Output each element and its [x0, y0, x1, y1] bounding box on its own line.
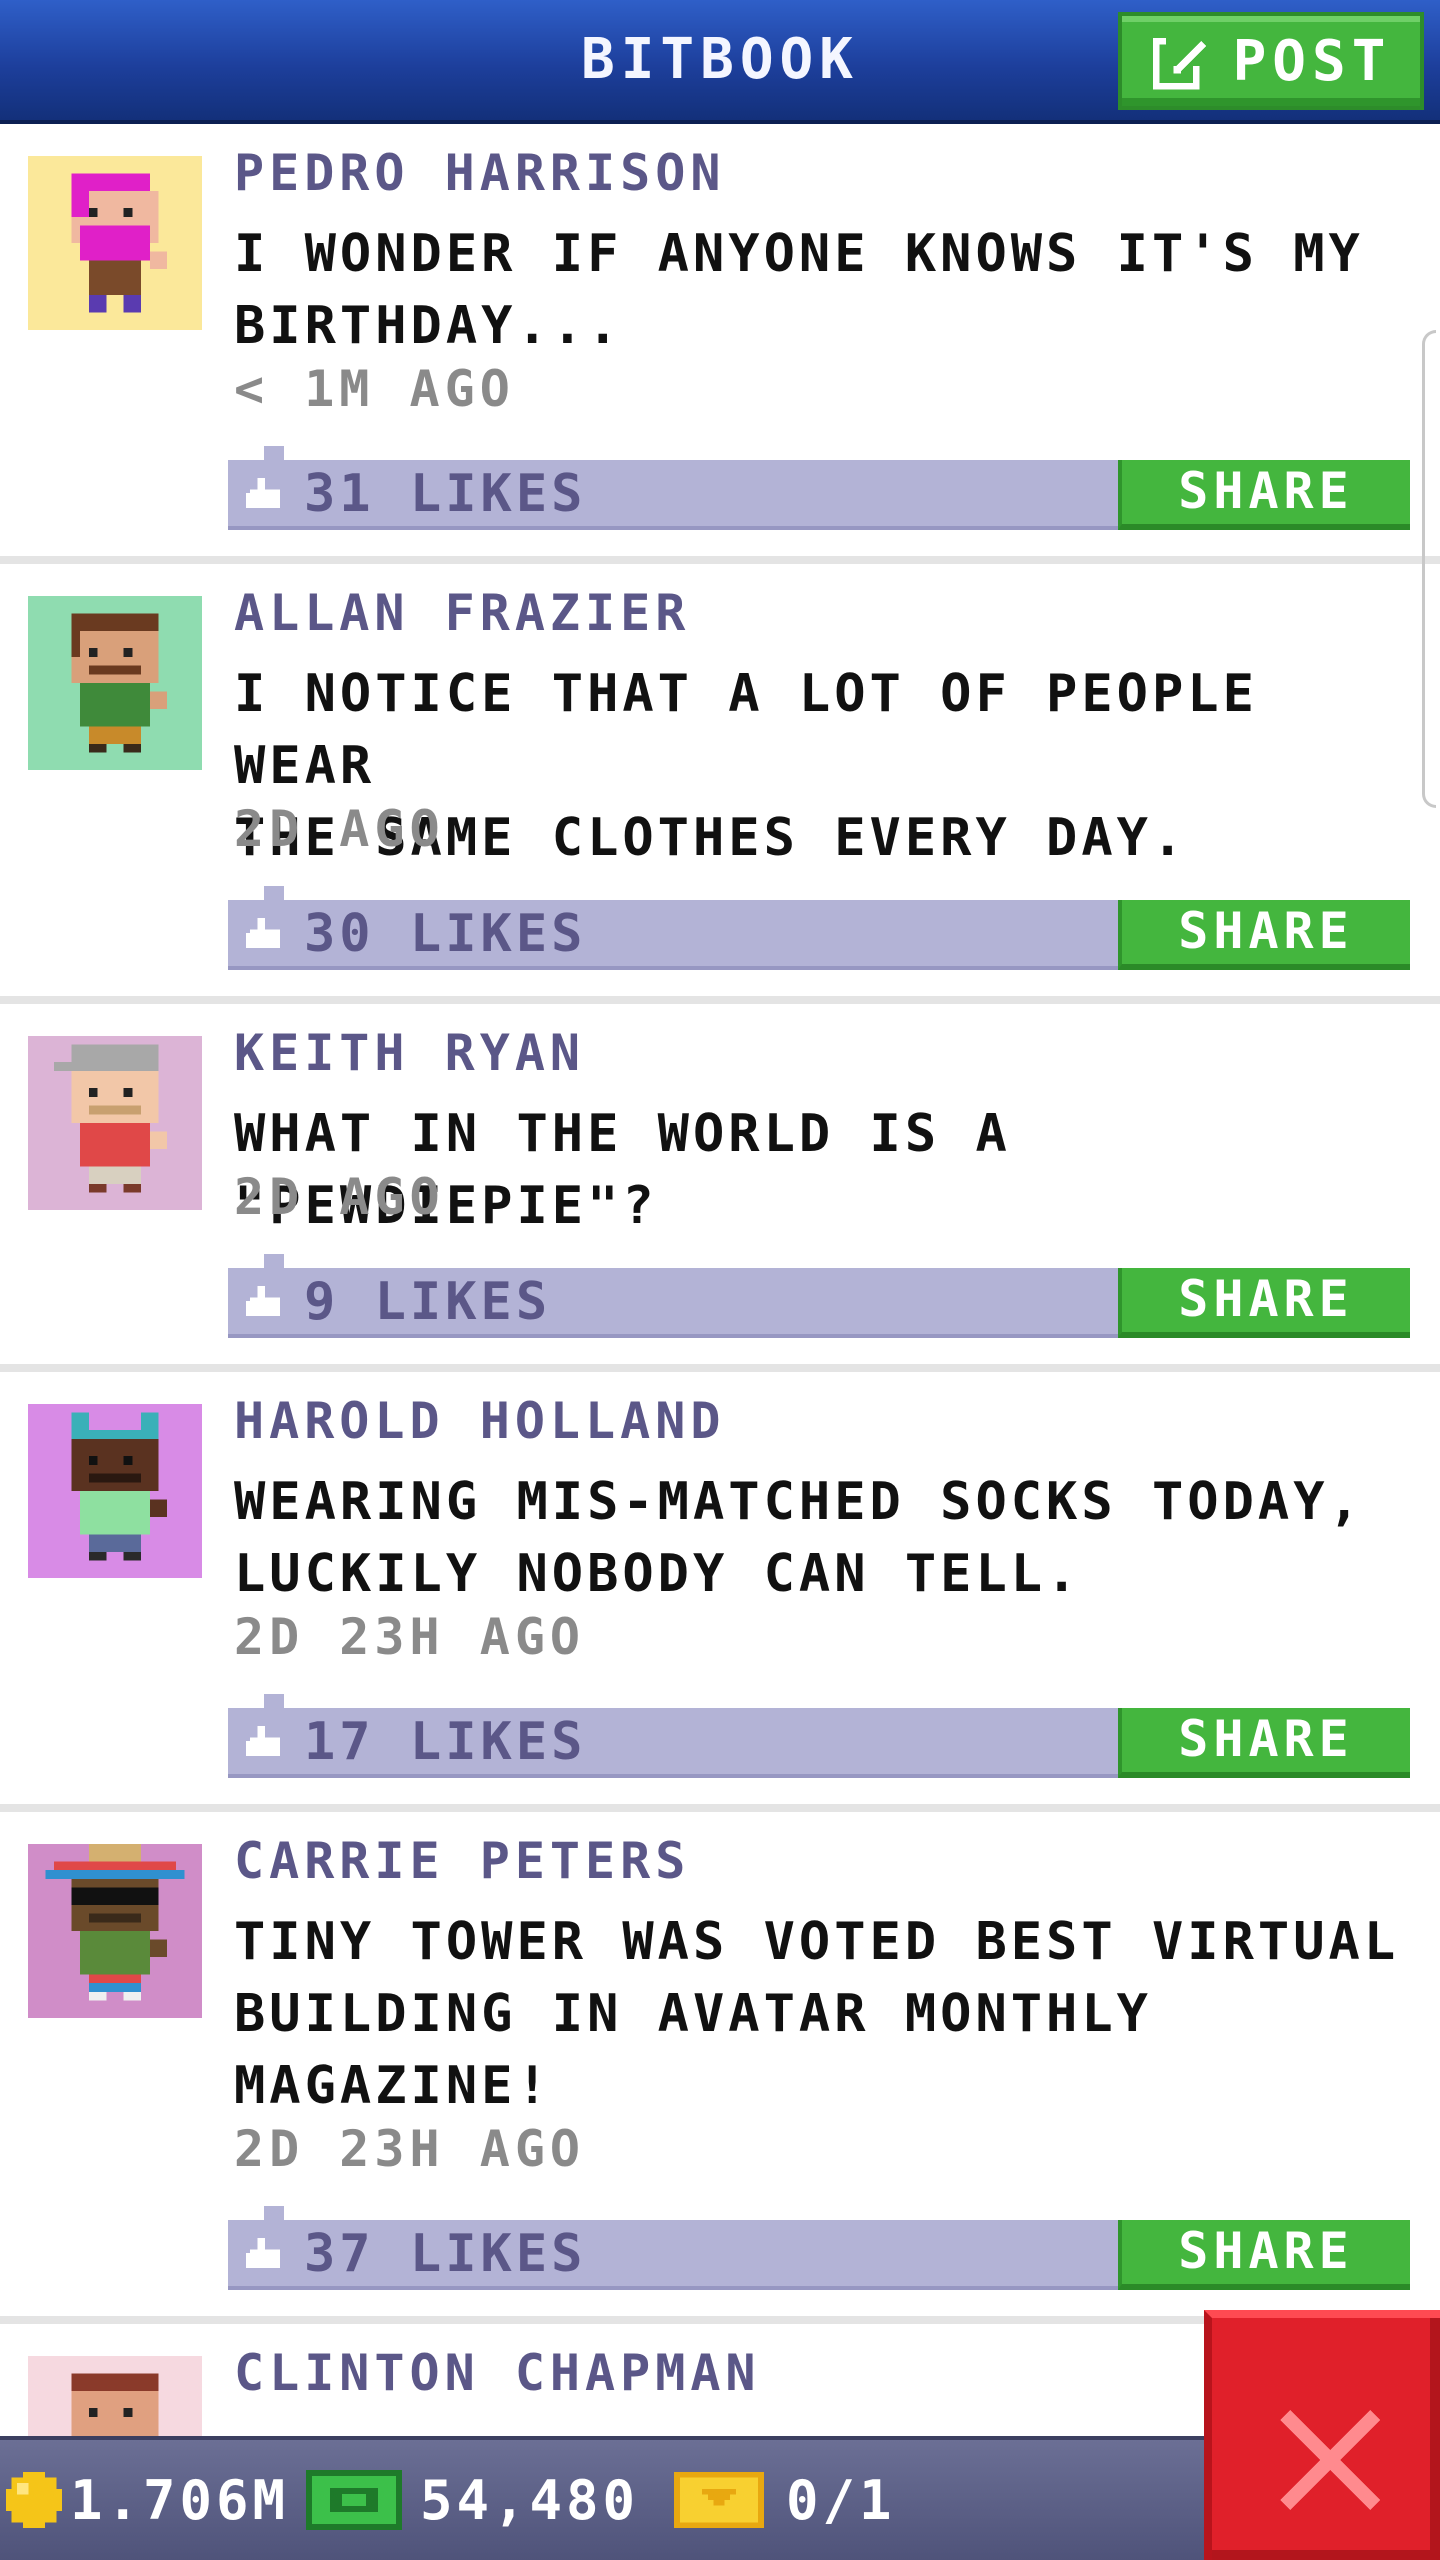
post-button[interactable]: POST — [1118, 12, 1424, 110]
post-time: 2D AGO — [234, 800, 445, 858]
golden-ticket-icon — [674, 2472, 764, 2528]
post-message-line: I NOTICE THAT A LOT OF PEOPLE WEAR — [234, 664, 1258, 796]
post-message-line: BUILDING IN AVATAR MONTHLY — [234, 1984, 1152, 2044]
thumbs-up-icon[interactable] — [246, 1726, 284, 1760]
share-button[interactable]: SHARE — [1118, 1268, 1410, 1338]
bitizen-avatar-icon — [28, 2356, 202, 2436]
news-feed[interactable]: PEDRO HARRISON I WONDER IF ANYONE KNOWS … — [0, 124, 1440, 2436]
coins-amount: 1.706M — [70, 2468, 290, 2532]
post-message-line: WEARING MIS-MATCHED SOCKS TODAY, — [234, 1472, 1364, 1532]
avatar[interactable] — [28, 596, 202, 770]
post-author[interactable]: CARRIE PETERS — [234, 1832, 690, 1890]
likes-bar: 37 LIKES SHARE — [228, 2206, 1410, 2290]
avatar[interactable] — [28, 1844, 202, 2018]
avatar[interactable] — [28, 1036, 202, 1210]
thumbs-up-icon[interactable] — [246, 918, 284, 952]
avatar[interactable] — [28, 1404, 202, 1578]
post-author[interactable]: PEDRO HARRISON — [234, 144, 725, 202]
scroll-indicator[interactable] — [1422, 330, 1436, 808]
likes-count: 9 LIKES — [304, 1272, 552, 1332]
post-message-line: LUCKILY NOBODY CAN TELL. — [234, 1544, 1082, 1604]
avatar[interactable] — [28, 156, 202, 330]
likes-bar: 31 LIKES SHARE — [228, 446, 1410, 530]
likes-bar: 30 LIKES SHARE — [228, 886, 1410, 970]
thumbs-up-icon[interactable] — [246, 2238, 284, 2272]
bux-stat: 54,480 — [306, 2440, 639, 2560]
post-author[interactable]: HAROLD HOLLAND — [234, 1392, 725, 1450]
likes-count: 37 LIKES — [304, 2224, 587, 2284]
likes-count: 17 LIKES — [304, 1712, 587, 1772]
thumbs-up-icon[interactable] — [246, 1286, 284, 1320]
compose-icon — [1152, 31, 1211, 90]
post-message-line: MAGAZINE! — [234, 2056, 552, 2116]
post-time: 2D AGO — [234, 1168, 445, 1226]
feed-post: ALLAN FRAZIER I NOTICE THAT A LOT OF PEO… — [0, 564, 1440, 1004]
post-author[interactable]: CLINTON CHAPMAN — [234, 2344, 761, 2402]
post-message-line: TINY TOWER WAS VOTED BEST VIRTUAL — [234, 1912, 1400, 1972]
bitizen-avatar-icon — [28, 596, 202, 770]
share-button[interactable]: SHARE — [1118, 900, 1410, 970]
coin-icon — [6, 2472, 62, 2528]
post-time: 2D 23H AGO — [234, 2120, 586, 2178]
tickets-stat: 0/1 — [674, 2440, 896, 2560]
post-author[interactable]: KEITH RYAN — [234, 1024, 585, 1082]
post-button-label: POST — [1232, 28, 1392, 94]
close-button[interactable] — [1204, 2310, 1440, 2560]
header-bar: BITBOOK POST — [0, 0, 1440, 124]
post-time: 2D 23H AGO — [234, 1608, 586, 1666]
post-time: < 1M AGO — [234, 360, 515, 418]
feed-post: CARRIE PETERS TINY TOWER WAS VOTED BEST … — [0, 1812, 1440, 2324]
bitizen-avatar-icon — [28, 1844, 202, 2018]
post-message-line: I WONDER IF ANYONE KNOWS IT'S MY — [234, 224, 1364, 284]
share-button[interactable]: SHARE — [1118, 1708, 1410, 1778]
close-icon — [1280, 2410, 1380, 2510]
post-message: I WONDER IF ANYONE KNOWS IT'S MY BIRTHDA… — [234, 218, 1414, 362]
bux-icon — [306, 2470, 402, 2530]
share-button[interactable]: SHARE — [1118, 460, 1410, 530]
bitizen-avatar-icon — [28, 156, 202, 330]
feed-post: HAROLD HOLLAND WEARING MIS-MATCHED SOCKS… — [0, 1372, 1440, 1812]
thumbs-up-icon[interactable] — [246, 478, 284, 512]
likes-bar: 17 LIKES SHARE — [228, 1694, 1410, 1778]
tickets-count: 0/1 — [786, 2468, 896, 2532]
post-message-line: BIRTHDAY... — [234, 296, 623, 356]
avatar[interactable] — [28, 2356, 202, 2436]
post-message: TINY TOWER WAS VOTED BEST VIRTUAL BUILDI… — [234, 1906, 1414, 2122]
feed-post: KEITH RYAN WHAT IN THE WORLD IS A "PEWDI… — [0, 1004, 1440, 1372]
post-author[interactable]: ALLAN FRAZIER — [234, 584, 690, 642]
likes-bar: 9 LIKES SHARE — [228, 1254, 1410, 1338]
coins-stat: 1.706M — [6, 2440, 289, 2560]
feed-post: PEDRO HARRISON I WONDER IF ANYONE KNOWS … — [0, 124, 1440, 564]
bitizen-avatar-icon — [28, 1404, 202, 1578]
bux-amount: 54,480 — [420, 2468, 640, 2532]
likes-count: 30 LIKES — [304, 904, 587, 964]
likes-count: 31 LIKES — [304, 464, 587, 524]
post-message: WEARING MIS-MATCHED SOCKS TODAY, LUCKILY… — [234, 1466, 1414, 1610]
bitizen-avatar-icon — [28, 1036, 202, 1210]
share-button[interactable]: SHARE — [1118, 2220, 1410, 2290]
